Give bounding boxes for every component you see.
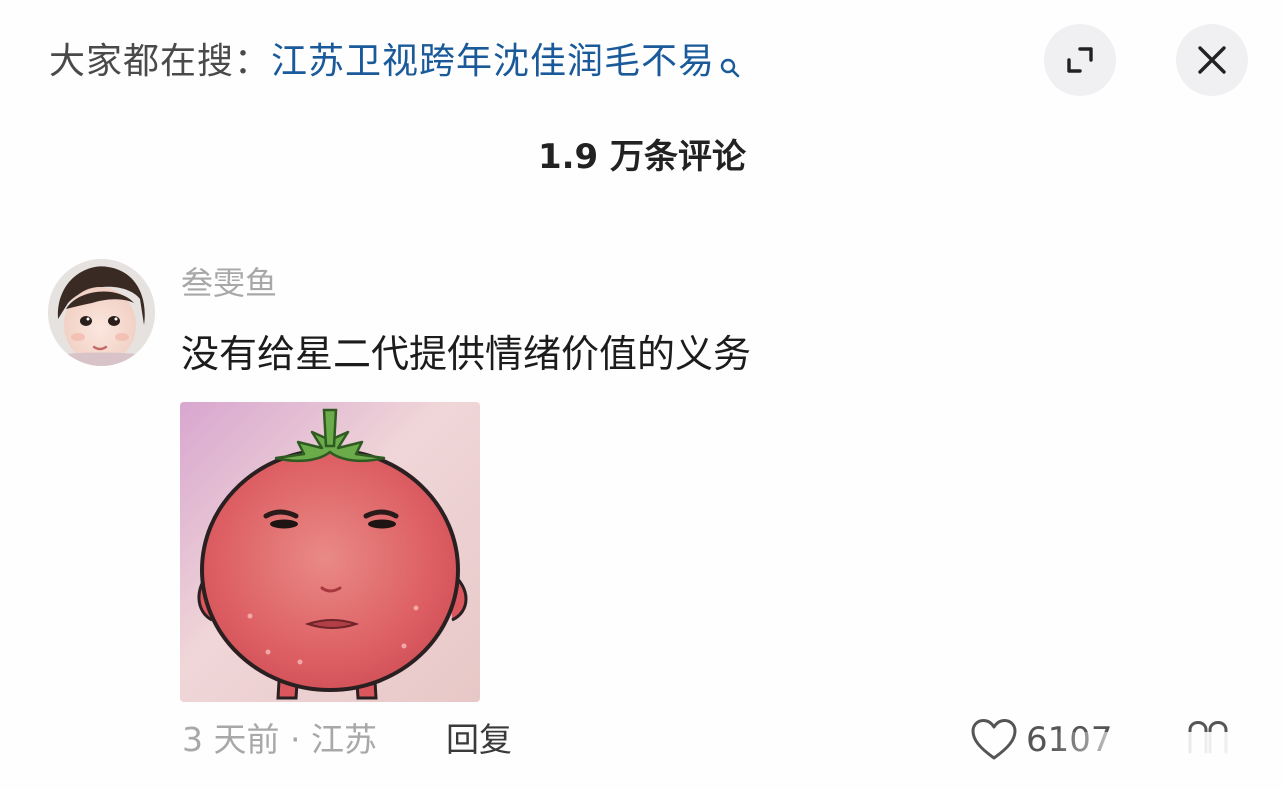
comment-count-title: 1.9 万条评论 [537,137,747,177]
close-icon [1198,46,1226,74]
watermark-overlay [1050,732,1284,789]
trending-search-prefix: 大家都在搜： [49,41,272,82]
trending-search-query[interactable]: 江苏卫视跨年沈佳润毛不易 [271,36,715,88]
search-icon[interactable] [719,42,741,78]
heart-icon [971,719,1017,760]
comment-time-location: 3 天前 · 江苏 [182,720,377,759]
expand-button[interactable] [1044,24,1116,96]
close-button[interactable] [1176,24,1248,96]
reply-button[interactable]: 回复 [446,718,512,762]
tomato-face-sticker[interactable] [180,402,480,702]
avatar[interactable] [48,259,155,366]
comment-text: 没有给星二代提供情绪价值的义务 [181,332,752,376]
comment-panel: 大家都在搜： 江苏卫视跨年沈佳润毛不易 1.9 万条评论 叁雯鱼 没有给星二代提… [0,0,1284,789]
expand-icon [1067,47,1093,73]
trending-search-bar[interactable]: 大家都在搜： 江苏卫视跨年沈佳润毛不易 [49,36,741,88]
comment-username[interactable]: 叁雯鱼 [181,262,277,304]
